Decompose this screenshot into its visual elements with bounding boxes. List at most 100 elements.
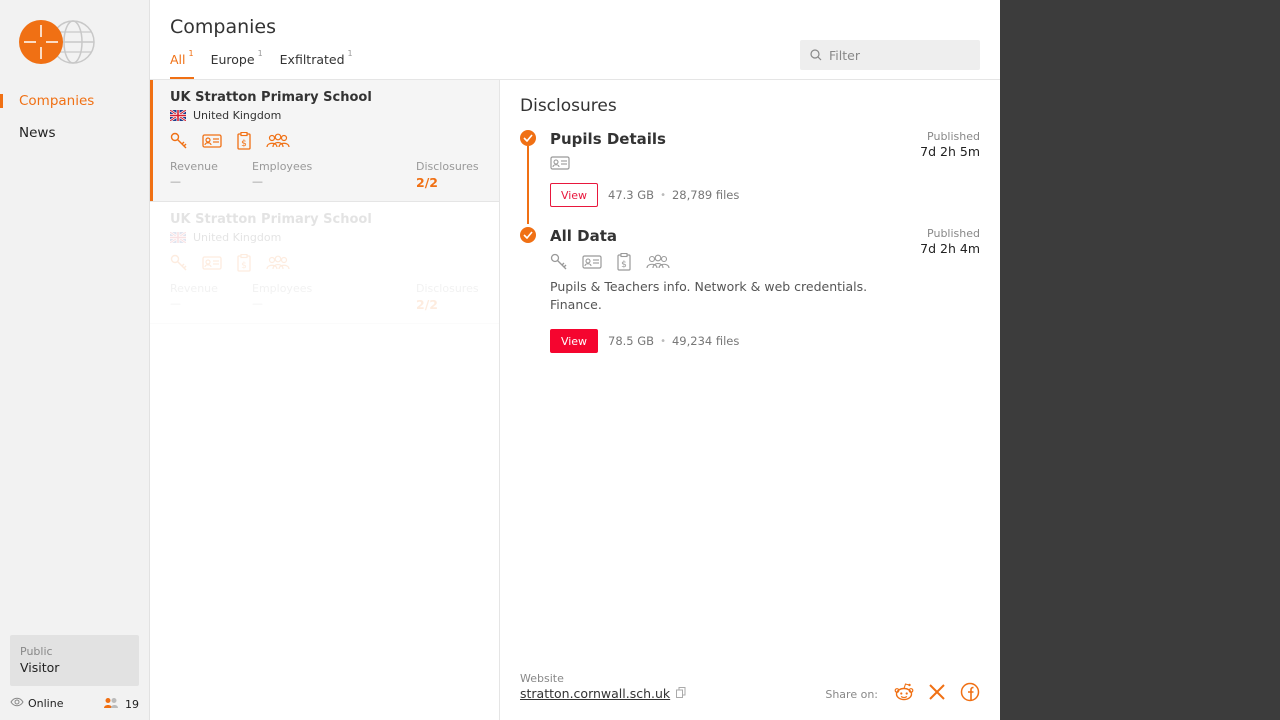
visitor-count-value: 19 bbox=[125, 698, 139, 711]
disclosure-files: 49,234 files bbox=[671, 334, 740, 348]
separator-dot: • bbox=[660, 189, 666, 201]
filter-input[interactable] bbox=[829, 47, 969, 63]
facebook-icon[interactable] bbox=[960, 682, 980, 706]
disclosure-size: 47.3 GB bbox=[608, 188, 655, 202]
header: Companies All 1 Europe 1 Exfiltrated 1 bbox=[150, 0, 1000, 80]
disclosure-data-icons bbox=[550, 155, 570, 175]
page-title: Companies bbox=[170, 16, 277, 38]
people-icon bbox=[266, 255, 290, 275]
people-icon bbox=[266, 133, 290, 153]
tab-all[interactable]: All 1 bbox=[170, 49, 194, 79]
employees-label: Employees bbox=[252, 160, 313, 173]
search-icon bbox=[810, 46, 822, 65]
user-name: Visitor bbox=[20, 660, 60, 675]
company-country: United Kingdom bbox=[170, 231, 479, 244]
tab-exfiltrated-label: Exfiltrated bbox=[279, 52, 345, 67]
website-block: Website stratton.cornwall.sch.uk bbox=[520, 672, 686, 701]
finance-icon: $ bbox=[236, 253, 252, 276]
copy-icon[interactable] bbox=[676, 686, 686, 701]
id-card-icon bbox=[582, 254, 602, 274]
revenue-stat: Revenue — bbox=[170, 160, 218, 188]
disclosure-item: Pupils Details Published 7d 2h 5m View 4… bbox=[520, 130, 980, 220]
disclosures-stat: Disclosures 2/2 bbox=[416, 160, 479, 190]
revenue-stat: Revenue — bbox=[170, 282, 218, 310]
disclosure-meta: View 78.5 GB • 49,234 files bbox=[550, 329, 739, 353]
tab-all-label: All bbox=[170, 52, 186, 67]
reddit-icon[interactable] bbox=[894, 682, 914, 706]
check-icon bbox=[520, 130, 536, 146]
tab-exfiltrated[interactable]: Exfiltrated 1 bbox=[279, 49, 353, 79]
company-card[interactable]: UK Stratton Primary School United Kingdo… bbox=[150, 80, 499, 202]
key-icon bbox=[170, 254, 188, 276]
published-info: Published 7d 2h 4m bbox=[920, 227, 980, 256]
svg-text:$: $ bbox=[241, 139, 247, 149]
online-status: Online bbox=[10, 697, 63, 710]
website-link-row: stratton.cornwall.sch.uk bbox=[520, 686, 686, 701]
eye-icon bbox=[10, 697, 24, 710]
nav-item-companies[interactable]: Companies bbox=[0, 90, 149, 112]
filter-box[interactable] bbox=[800, 40, 980, 70]
published-label: Published bbox=[927, 130, 980, 143]
tab-europe[interactable]: Europe 1 bbox=[211, 49, 263, 79]
disclosure-description: Pupils & Teachers info. Network & web cr… bbox=[550, 279, 868, 312]
disclosures-title: Disclosures bbox=[520, 96, 617, 116]
share-label: Share on: bbox=[825, 687, 878, 701]
employees-stat: Employees — bbox=[252, 282, 312, 310]
uk-flag-icon bbox=[170, 232, 186, 243]
id-card-icon bbox=[202, 133, 222, 153]
overlay-backdrop bbox=[1000, 0, 1280, 720]
company-name: UK Stratton Primary School bbox=[170, 212, 372, 227]
revenue-label: Revenue bbox=[170, 160, 218, 173]
key-icon bbox=[170, 132, 188, 154]
tab-europe-count: 1 bbox=[257, 49, 263, 58]
disclosures-value: 2/2 bbox=[416, 175, 438, 190]
company-stats: Revenue — Employees — Disclosures 2/2 bbox=[170, 160, 480, 190]
app-logo[interactable] bbox=[19, 19, 95, 67]
user-box[interactable]: Public Visitor bbox=[10, 635, 139, 686]
disclosures-value: 2/2 bbox=[416, 297, 438, 312]
status-row: Online 19 bbox=[10, 697, 139, 711]
company-country-name: United Kingdom bbox=[193, 231, 282, 244]
published-info: Published 7d 2h 5m bbox=[920, 130, 980, 159]
company-list: UK Stratton Primary School United Kingdo… bbox=[150, 80, 500, 720]
separator-dot: • bbox=[660, 335, 666, 347]
nav-item-news[interactable]: News bbox=[0, 122, 149, 144]
employees-value: — bbox=[252, 297, 263, 310]
website-link[interactable]: stratton.cornwall.sch.uk bbox=[520, 686, 670, 701]
id-card-icon bbox=[202, 255, 222, 275]
revenue-label: Revenue bbox=[170, 282, 218, 295]
disclosure-data-icons: $ bbox=[550, 252, 670, 275]
x-icon[interactable] bbox=[928, 683, 946, 705]
view-button[interactable]: View bbox=[550, 329, 598, 353]
user-role: Public bbox=[20, 645, 53, 658]
company-data-icons: $ bbox=[170, 131, 479, 154]
check-icon bbox=[520, 227, 536, 243]
id-card-icon bbox=[550, 155, 570, 175]
tab-exfiltrated-count: 1 bbox=[347, 49, 353, 58]
svg-text:$: $ bbox=[621, 260, 627, 270]
key-icon bbox=[550, 253, 568, 275]
main-nav: Companies News bbox=[0, 90, 149, 154]
disclosure-meta: View 47.3 GB • 28,789 files bbox=[550, 183, 739, 207]
employees-value: — bbox=[252, 175, 263, 188]
disclosures-panel: Disclosures Pupils Details Published 7d … bbox=[500, 80, 1000, 720]
disclosures-label: Disclosures bbox=[416, 282, 479, 295]
disclosure-size: 78.5 GB bbox=[608, 334, 655, 348]
users-icon bbox=[103, 697, 119, 712]
employees-stat: Employees — bbox=[252, 160, 312, 188]
svg-text:$: $ bbox=[241, 261, 247, 271]
view-button[interactable]: View bbox=[550, 183, 598, 207]
company-country-name: United Kingdom bbox=[193, 109, 282, 122]
disclosures-stat: Disclosures 2/2 bbox=[416, 282, 479, 312]
disclosure-files: 28,789 files bbox=[671, 188, 740, 202]
published-label: Published bbox=[927, 227, 980, 240]
disclosure-name: Pupils Details bbox=[550, 130, 666, 148]
disclosure-item: All Data Published 7d 2h 4m $ Pupils & T… bbox=[520, 227, 980, 357]
tabs: All 1 Europe 1 Exfiltrated 1 bbox=[170, 49, 353, 79]
disclosure-name: All Data bbox=[550, 227, 617, 245]
website-label: Website bbox=[520, 672, 564, 685]
company-data-icons: $ bbox=[170, 253, 479, 276]
share-block: Share on: bbox=[825, 682, 980, 706]
main-panel: Companies All1 Europe1 Exfiltrated1 UK S… bbox=[150, 0, 1000, 720]
company-card[interactable]: UK Stratton Primary School United Kingdo… bbox=[150, 202, 499, 324]
